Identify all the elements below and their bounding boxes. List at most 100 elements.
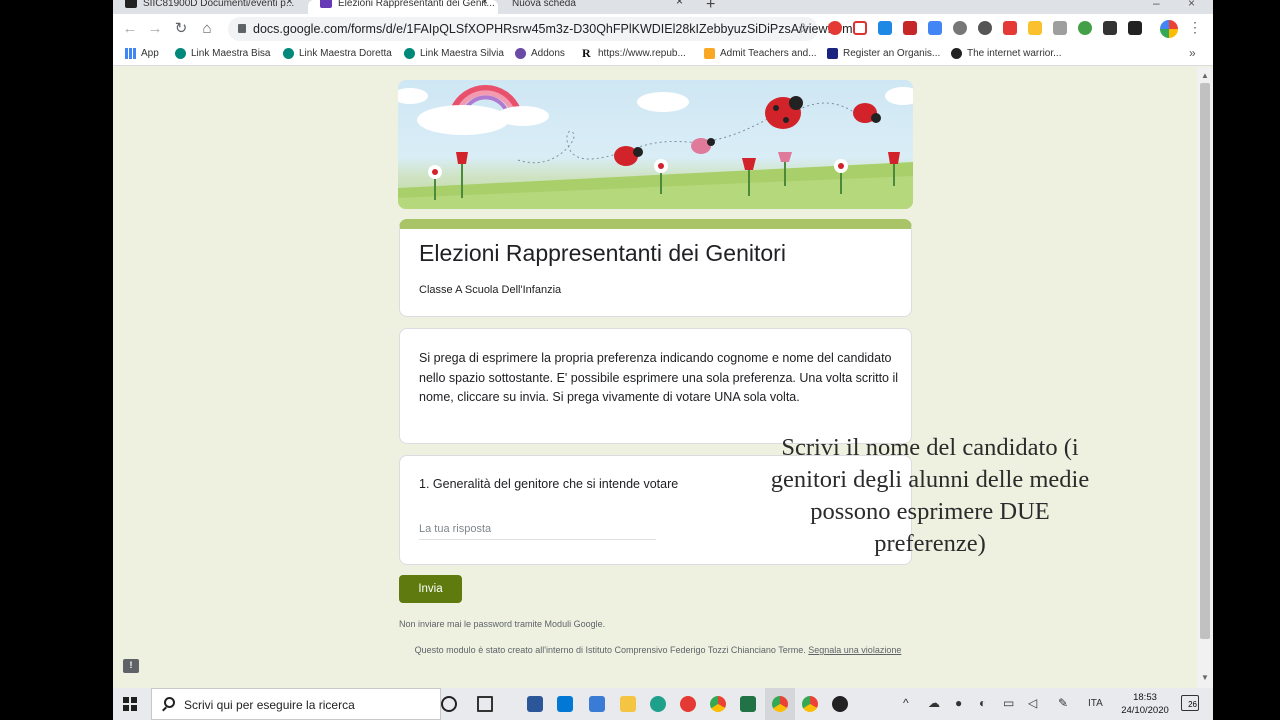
windows-start-icon[interactable] bbox=[123, 697, 137, 711]
bookmark-addons[interactable]: Addons bbox=[515, 48, 565, 59]
taskbar-search-text: Scrivi qui per eseguire la ricerca bbox=[184, 698, 355, 712]
drive-extension-icon[interactable] bbox=[953, 21, 967, 35]
forms-icon bbox=[320, 0, 332, 8]
close-window-icon[interactable]: × bbox=[1188, 0, 1195, 10]
answer-input[interactable] bbox=[419, 518, 656, 540]
video-caption-overlay: Scrivi il nome del candidato (i genitori… bbox=[770, 434, 1090, 557]
bookmark-register-organisation[interactable]: Register an Organis... bbox=[827, 48, 940, 59]
mail-icon[interactable] bbox=[589, 696, 605, 712]
home-icon[interactable]: ⌂ bbox=[198, 20, 216, 38]
report-abuse-link[interactable]: Segnala una violazione bbox=[808, 645, 901, 655]
chrome-icon[interactable] bbox=[802, 696, 818, 712]
edit-extension-icon[interactable] bbox=[878, 21, 892, 35]
question-label: 1. Generalità del genitore che si intend… bbox=[419, 477, 679, 491]
translate-extension-icon[interactable] bbox=[928, 21, 942, 35]
app-icon[interactable] bbox=[832, 696, 848, 712]
pin-extension-icon[interactable] bbox=[1078, 21, 1092, 35]
bookmark-maestra-silvia[interactable]: Link Maestra Silvia bbox=[404, 48, 504, 59]
meet-icon bbox=[283, 48, 294, 59]
network-icon[interactable]: ◐ bbox=[979, 696, 986, 710]
hand-extension-icon[interactable] bbox=[1028, 21, 1042, 35]
chrome-icon[interactable] bbox=[772, 696, 788, 712]
notification-center-icon[interactable]: 26 bbox=[1181, 695, 1199, 711]
profile-avatar[interactable] bbox=[1160, 20, 1178, 38]
browser-window: SIIC81900D Documenti/eventi p... × Elezi… bbox=[113, 0, 1213, 688]
bookmark-label: Link Maestra Doretta bbox=[299, 48, 392, 59]
bookmark-internet-warrior[interactable]: The internet warrior... bbox=[951, 48, 1061, 59]
chrome-icon[interactable] bbox=[710, 696, 726, 712]
site-icon bbox=[125, 0, 137, 8]
table-extension-icon[interactable] bbox=[1103, 21, 1117, 35]
battery-icon[interactable]: ▭ bbox=[1003, 696, 1014, 710]
tab-documenti[interactable]: SIIC81900D Documenti/eventi p... × bbox=[113, 0, 303, 14]
form-page: Elezioni Rappresentanti dei Genitori Cla… bbox=[113, 67, 1213, 688]
pdf-extension-icon[interactable] bbox=[1003, 21, 1017, 35]
scroll-down-icon[interactable]: ▼ bbox=[1201, 673, 1209, 682]
bookmark-label: Link Maestra Silvia bbox=[420, 48, 504, 59]
forward-icon[interactable]: → bbox=[146, 20, 164, 38]
feedback-icon[interactable]: ! bbox=[123, 659, 139, 673]
show-hidden-icons[interactable]: ^ bbox=[903, 696, 909, 710]
system-clock[interactable]: 18:53 24/10/2020 bbox=[1115, 691, 1175, 717]
bookmark-label: Link Maestra Bisa bbox=[191, 48, 271, 59]
pen-icon[interactable]: ✎ bbox=[1058, 696, 1068, 710]
bookmark-icon bbox=[827, 48, 838, 59]
bookmark-repubblica[interactable]: R https://www.repub... bbox=[582, 46, 686, 60]
cortana-icon[interactable] bbox=[441, 696, 457, 712]
scroll-up-icon[interactable]: ▲ bbox=[1201, 71, 1209, 80]
search-icon bbox=[164, 697, 175, 708]
bookmark-icon bbox=[704, 48, 715, 59]
page-scrollbar[interactable]: ▲ ▼ bbox=[1197, 67, 1213, 688]
close-tab-icon[interactable]: × bbox=[676, 0, 683, 7]
megaphone-extension-icon[interactable] bbox=[903, 21, 917, 35]
task-view-icon[interactable] bbox=[477, 696, 493, 712]
new-tab-button[interactable]: + bbox=[706, 0, 715, 14]
menu-icon[interactable]: ⋮ bbox=[1188, 19, 1202, 36]
form-subtitle: Classe A Scuola Dell'Infanzia bbox=[419, 284, 562, 296]
word-icon[interactable] bbox=[527, 696, 543, 712]
volume-icon[interactable]: ◁ bbox=[1028, 696, 1037, 710]
close-tab-icon[interactable]: × bbox=[286, 0, 293, 7]
edge-icon[interactable] bbox=[650, 696, 666, 712]
form-description-card: Si prega di esprimere la propria prefere… bbox=[399, 328, 912, 444]
back-icon[interactable]: ← bbox=[121, 20, 139, 38]
addons-icon bbox=[515, 48, 526, 59]
tab-new[interactable]: Nuova scheda × bbox=[498, 0, 693, 14]
taskbar-search-box[interactable]: Scrivi qui per eseguire la ricerca bbox=[151, 688, 441, 720]
audio-app-icon[interactable] bbox=[680, 696, 696, 712]
excel-icon[interactable] bbox=[740, 696, 756, 712]
tab-label: Nuova scheda bbox=[512, 0, 576, 9]
repubblica-icon: R bbox=[582, 46, 591, 60]
scrollbar-thumb[interactable] bbox=[1200, 83, 1210, 639]
grid-extension-icon[interactable] bbox=[853, 21, 867, 35]
onedrive-icon[interactable]: ☁ bbox=[928, 696, 940, 710]
footer-text: Questo modulo è stato creato all'interno… bbox=[414, 645, 806, 655]
cube-extension-icon[interactable] bbox=[1053, 21, 1067, 35]
tab-label: Elezioni Rappresentanti dei Genit... bbox=[338, 0, 495, 9]
bookmark-app[interactable]: App bbox=[125, 48, 159, 59]
bookmark-maestra-doretta[interactable]: Link Maestra Doretta bbox=[283, 48, 392, 59]
circle-extension-icon[interactable] bbox=[978, 21, 992, 35]
more-bookmarks-icon[interactable]: » bbox=[1189, 46, 1196, 60]
outlook-icon[interactable] bbox=[557, 696, 573, 712]
url-text: docs.google.com/forms/d/e/1FAIpQLSfXOPHR… bbox=[253, 22, 853, 36]
bookmark-admit-teachers[interactable]: Admit Teachers and... bbox=[704, 48, 817, 59]
file-explorer-icon[interactable] bbox=[620, 696, 636, 712]
record-extension-icon[interactable] bbox=[828, 21, 842, 35]
address-bar[interactable]: docs.google.com/forms/d/e/1FAIpQLSfXOPHR… bbox=[228, 17, 853, 41]
input-language[interactable]: ITA bbox=[1088, 698, 1103, 709]
globe-icon bbox=[951, 48, 962, 59]
close-tab-icon[interactable]: × bbox=[481, 0, 488, 7]
tab-form[interactable]: Elezioni Rappresentanti dei Genit... × bbox=[308, 0, 498, 14]
bookmark-maestra-bisa[interactable]: Link Maestra Bisa bbox=[175, 48, 270, 59]
meet-icon bbox=[404, 48, 415, 59]
star-icon[interactable]: ☆ bbox=[797, 20, 810, 37]
microphone-icon[interactable]: ● bbox=[955, 696, 962, 710]
minimize-icon[interactable]: – bbox=[1153, 0, 1160, 10]
reload-icon[interactable]: ↻ bbox=[172, 20, 190, 38]
clock-time: 18:53 bbox=[1133, 692, 1157, 703]
puzzle-extensions-icon[interactable] bbox=[1128, 21, 1142, 35]
bookmark-label: Admit Teachers and... bbox=[720, 48, 817, 59]
submit-button[interactable]: Invia bbox=[399, 575, 462, 603]
form-title: Elezioni Rappresentanti dei Genitori bbox=[419, 240, 786, 266]
